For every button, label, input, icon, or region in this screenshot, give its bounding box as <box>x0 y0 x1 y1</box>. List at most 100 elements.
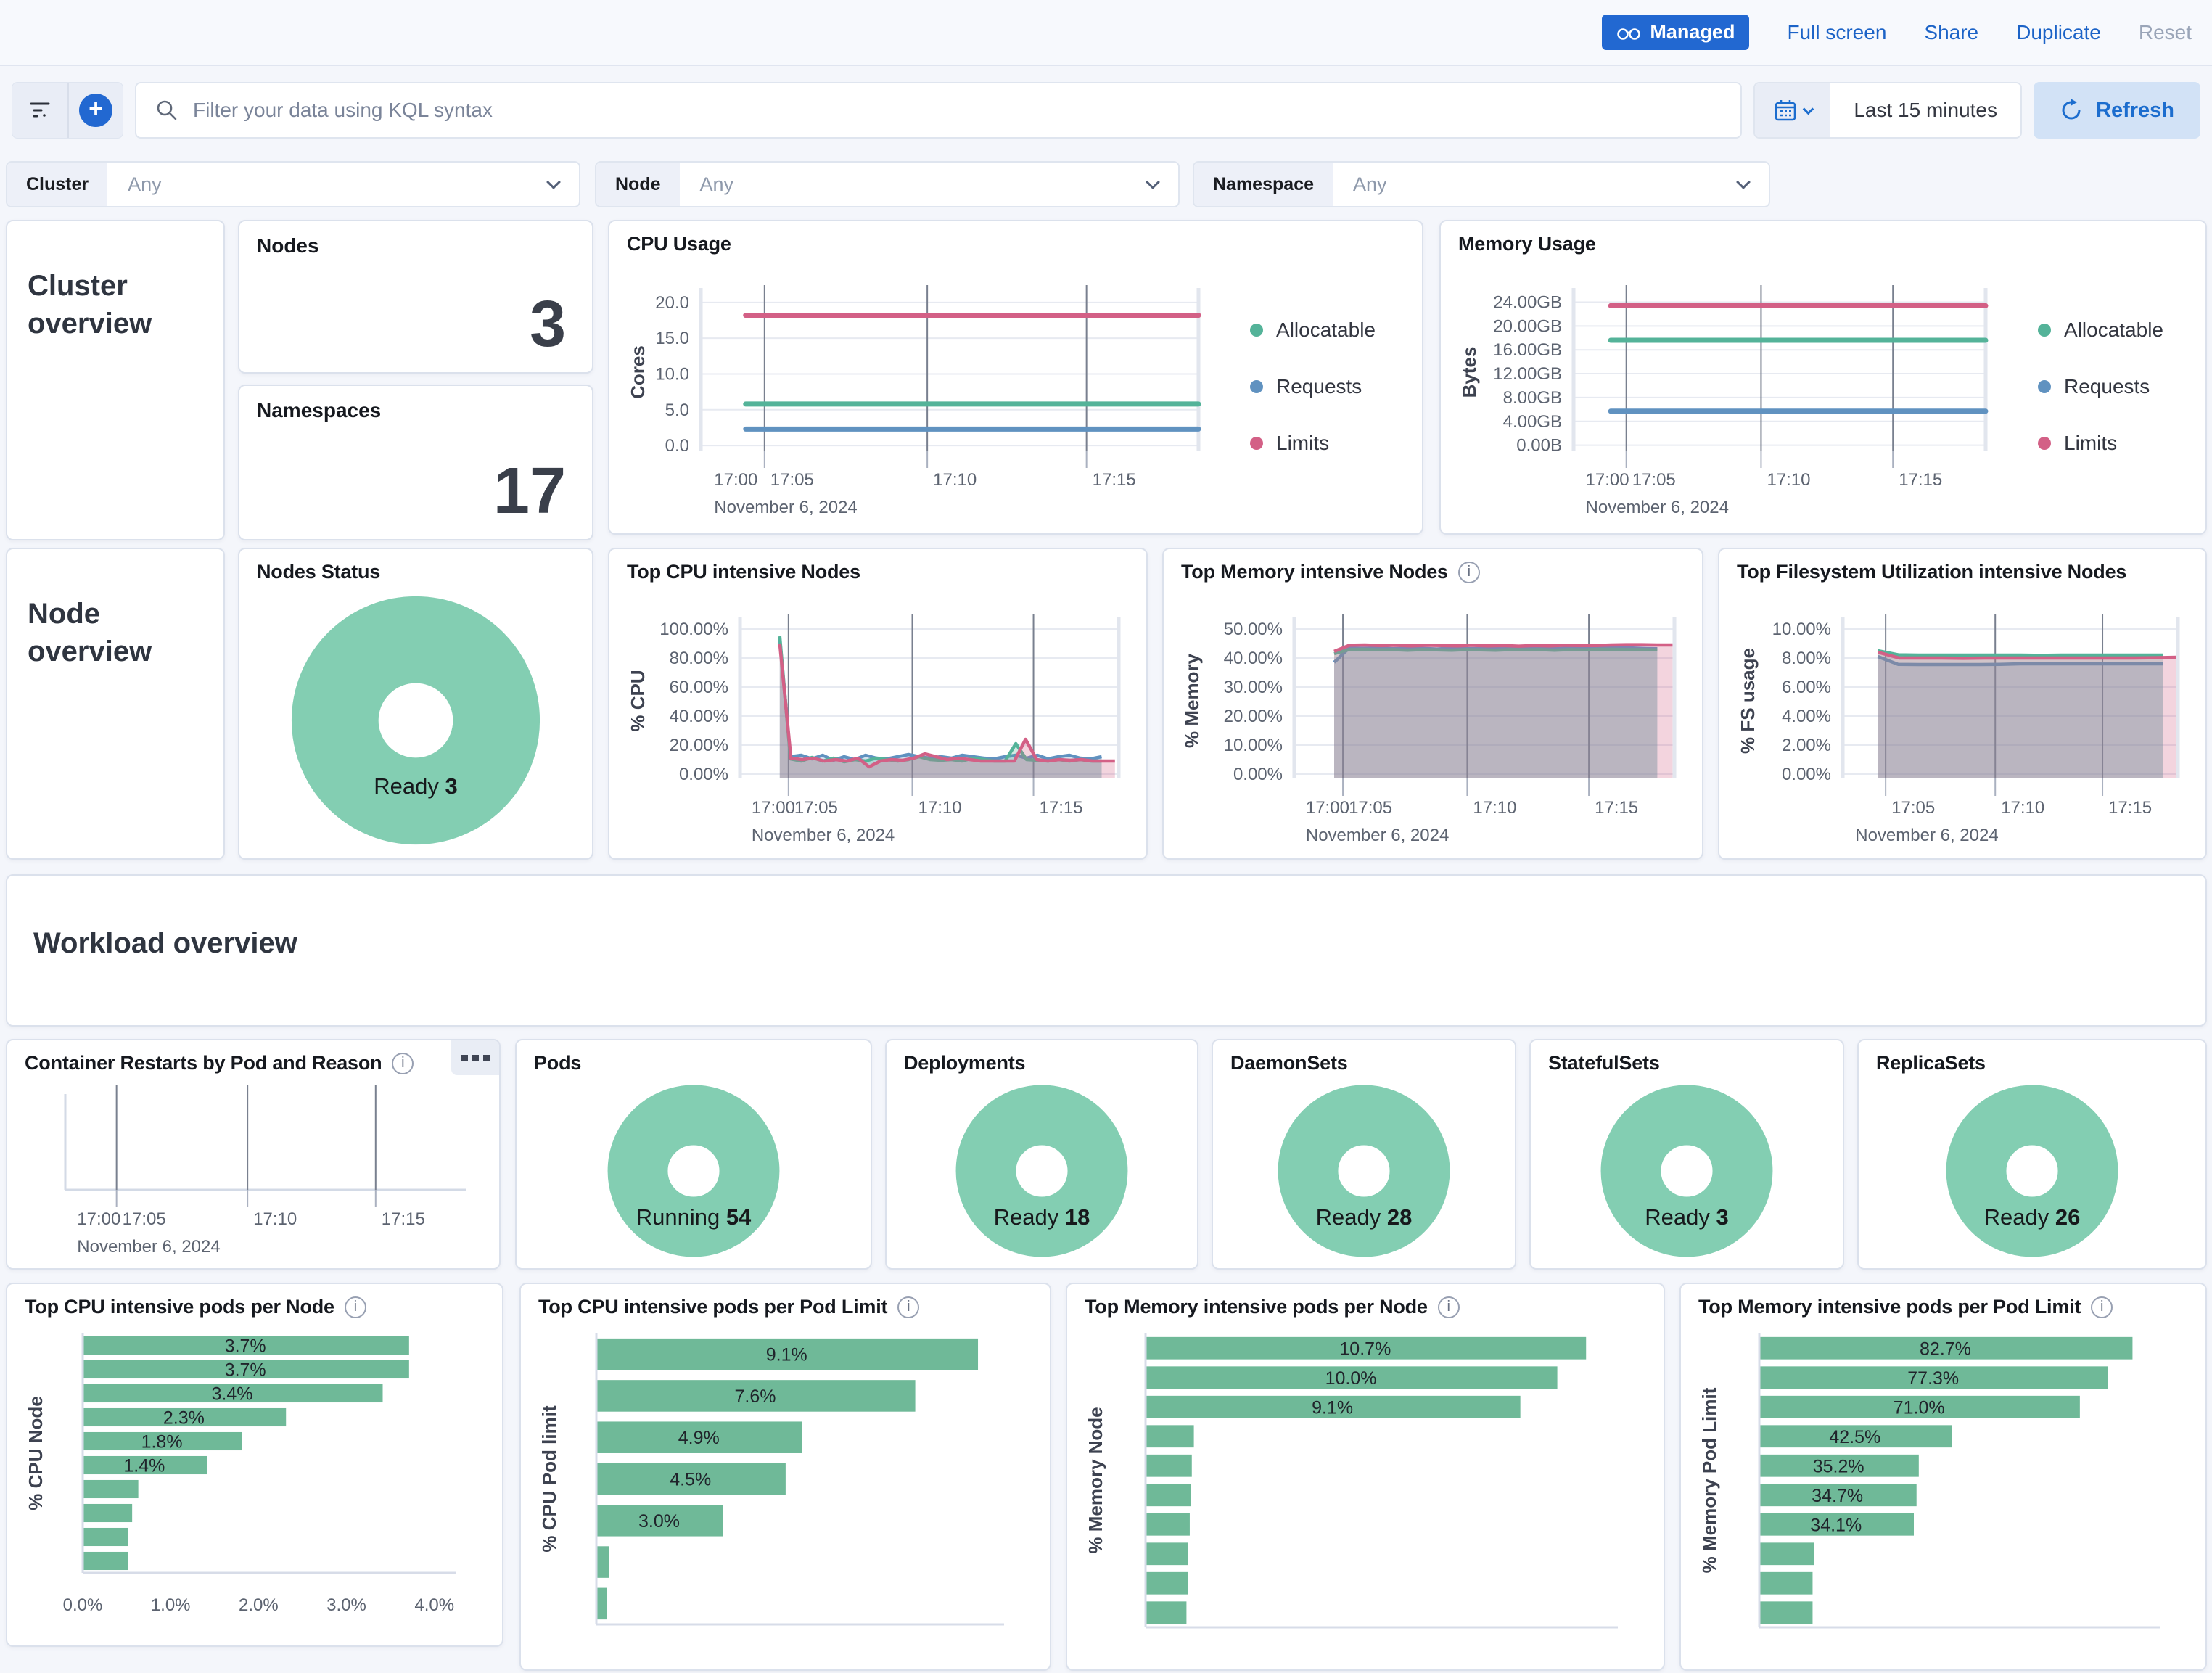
svg-text:8.00GB: 8.00GB <box>1503 388 1562 408</box>
svg-text:November 6, 2024: November 6, 2024 <box>1586 498 1729 517</box>
nodes-metric-title: Nodes <box>257 234 319 258</box>
svg-text:17:15: 17:15 <box>1899 470 1942 490</box>
namespace-filter-value: Any <box>1333 173 1738 196</box>
top-memory-nodes-chart[interactable]: 0.00%10.00%20.00%30.00%40.00%50.00%17:00… <box>1169 588 1696 852</box>
panel-nodes-metric: Nodes 3 <box>238 220 593 374</box>
svg-text:4.00GB: 4.00GB <box>1503 412 1562 432</box>
managed-label: Managed <box>1650 21 1735 44</box>
memory-usage-chart[interactable]: 0.00B4.00GB8.00GB12.00GB16.00GB20.00GB24… <box>1447 260 2200 527</box>
svg-text:20.00GB: 20.00GB <box>1493 316 1562 336</box>
svg-text:9.1%: 9.1% <box>766 1345 807 1365</box>
info-icon[interactable]: i <box>345 1296 366 1318</box>
legend-item[interactable]: Allocatable <box>1250 318 1376 342</box>
glasses-icon <box>1616 25 1641 41</box>
info-icon[interactable]: i <box>2091 1296 2113 1318</box>
info-icon[interactable]: i <box>897 1296 919 1318</box>
chevron-down-icon <box>1736 175 1751 189</box>
svg-text:17:15: 17:15 <box>1595 798 1638 818</box>
managed-badge[interactable]: Managed <box>1602 15 1749 50</box>
container-restarts-chart[interactable]: 17:0017:0517:1017:15November 6, 2024 <box>13 1080 493 1262</box>
donut-status-label: Ready 18 <box>892 1204 1191 1230</box>
svg-text:17:00: 17:00 <box>1586 470 1629 490</box>
legend-item[interactable]: Requests <box>1250 375 1376 398</box>
top-cpu-pods-limit-chart[interactable]: 9.1%7.6%4.9%4.5%3.0%% CPU Pod limit <box>527 1323 1044 1669</box>
add-filter-button[interactable]: + <box>67 83 123 138</box>
svg-text:24.00GB: 24.00GB <box>1493 292 1562 312</box>
refresh-button[interactable]: Refresh <box>2034 82 2200 139</box>
svg-text:15.0: 15.0 <box>655 329 689 348</box>
namespace-filter-label: Namespace <box>1194 163 1333 206</box>
info-icon[interactable]: i <box>392 1053 414 1074</box>
replicasets-donut[interactable]: Ready 26 <box>1864 1080 2200 1262</box>
svg-text:17:00: 17:00 <box>1306 798 1349 818</box>
cpu-usage-chart[interactable]: 0.05.010.015.020.017:0017:0517:1017:15No… <box>615 260 1416 527</box>
svg-text:1.0%: 1.0% <box>151 1595 191 1615</box>
svg-text:17:10: 17:10 <box>918 798 962 818</box>
panel-pods: Pods Running 54 <box>515 1039 872 1270</box>
query-menu-group: + <box>12 82 123 139</box>
share-button[interactable]: Share <box>1924 21 1978 44</box>
info-icon[interactable]: i <box>1458 562 1480 583</box>
panel-top-cpu-pods-node: Top CPU intensive pods per Node i 3.7%3.… <box>6 1283 503 1647</box>
cluster-filter-dropdown[interactable]: Cluster Any <box>6 161 580 207</box>
svg-text:17:05: 17:05 <box>770 470 814 490</box>
daemonsets-donut[interactable]: Ready 28 <box>1219 1080 1509 1262</box>
svg-text:7.6%: 7.6% <box>735 1386 776 1407</box>
full-screen-button[interactable]: Full screen <box>1787 21 1886 44</box>
svg-text:10.0: 10.0 <box>655 364 689 384</box>
pods-donut[interactable]: Running 54 <box>522 1080 865 1262</box>
info-icon[interactable]: i <box>1438 1296 1460 1318</box>
nodes-status-donut[interactable]: Ready 3 <box>245 588 586 852</box>
legend-item[interactable]: Requests <box>2038 375 2163 398</box>
panel-memory-usage: Memory Usage 0.00B4.00GB8.00GB12.00GB16.… <box>1439 220 2207 535</box>
deployments-donut[interactable]: Ready 18 <box>892 1080 1191 1262</box>
svg-text:17:05: 17:05 <box>123 1209 166 1229</box>
filter-menu-button[interactable] <box>12 83 67 138</box>
panel-options-button[interactable] <box>451 1040 499 1075</box>
top-cpu-pods-node-chart[interactable]: 3.7%3.7%3.4%2.3%1.8%1.4%0.0%1.0%2.0%3.0%… <box>13 1323 496 1640</box>
panel-title: Nodes Status <box>257 561 380 583</box>
panel-title: Pods <box>534 1052 581 1074</box>
svg-text:17:00: 17:00 <box>752 798 795 818</box>
panel-title: Top CPU intensive pods per Pod Limit <box>538 1296 887 1318</box>
svg-text:4.9%: 4.9% <box>678 1428 720 1448</box>
svg-text:0.0: 0.0 <box>665 436 689 456</box>
panel-title: Container Restarts by Pod and Reason <box>25 1052 382 1074</box>
panel-top-filesystem-nodes: Top Filesystem Utilization intensive Nod… <box>1718 548 2207 860</box>
search-placeholder: Filter your data using KQL syntax <box>193 99 493 122</box>
top-memory-pods-limit-chart[interactable]: 82.7%77.3%71.0%42.5%35.2%34.7%34.1%% Mem… <box>1687 1323 2200 1669</box>
top-memory-pods-node-chart[interactable]: 10.7%10.0%9.1%% Memory Node <box>1073 1323 1658 1669</box>
svg-text:10.0%: 10.0% <box>1325 1368 1377 1389</box>
donut-status-label: Running 54 <box>522 1204 865 1230</box>
statefulsets-donut[interactable]: Ready 3 <box>1537 1080 1837 1262</box>
legend-item[interactable]: Limits <box>1250 432 1376 455</box>
svg-text:34.7%: 34.7% <box>1812 1486 1863 1506</box>
panel-title: StatefulSets <box>1548 1052 1660 1074</box>
time-range-display[interactable]: Last 15 minutes <box>1830 83 2020 137</box>
panel-title: Memory Usage <box>1458 233 1596 255</box>
legend-item[interactable]: Allocatable <box>2038 318 2163 342</box>
node-filter-dropdown[interactable]: Node Any <box>595 161 1180 207</box>
top-filesystem-nodes-chart[interactable]: 0.00%2.00%4.00%6.00%8.00%10.00%17:0517:1… <box>1725 588 2200 852</box>
duplicate-button[interactable]: Duplicate <box>2016 21 2101 44</box>
svg-text:6.00%: 6.00% <box>1782 678 1831 697</box>
panel-container-restarts: Container Restarts by Pod and Reason i 1… <box>6 1039 501 1270</box>
svg-text:% Memory: % Memory <box>1181 653 1203 748</box>
options-icon <box>461 1055 468 1061</box>
svg-text:17:10: 17:10 <box>1767 470 1810 490</box>
svg-text:17:05: 17:05 <box>794 798 838 818</box>
svg-text:71.0%: 71.0% <box>1894 1397 1945 1418</box>
date-picker-button[interactable] <box>1755 83 1830 137</box>
namespace-filter-dropdown[interactable]: Namespace Any <box>1193 161 1770 207</box>
panel-title: Top Memory intensive Nodes <box>1181 561 1448 583</box>
panel-statefulsets: StatefulSets Ready 3 <box>1529 1039 1844 1270</box>
kql-search-input[interactable]: Filter your data using KQL syntax <box>135 82 1742 139</box>
filter-lines-icon <box>28 101 52 120</box>
top-cpu-nodes-chart[interactable]: 0.00%20.00%40.00%60.00%80.00%100.00%17:0… <box>615 588 1140 852</box>
svg-text:77.3%: 77.3% <box>1907 1368 1959 1389</box>
legend-item[interactable]: Limits <box>2038 432 2163 455</box>
panel-title: ReplicaSets <box>1876 1052 1986 1074</box>
svg-text:3.4%: 3.4% <box>212 1384 253 1405</box>
reset-button[interactable]: Reset <box>2139 21 2192 44</box>
panel-title: Top Filesystem Utilization intensive Nod… <box>1737 561 2126 583</box>
